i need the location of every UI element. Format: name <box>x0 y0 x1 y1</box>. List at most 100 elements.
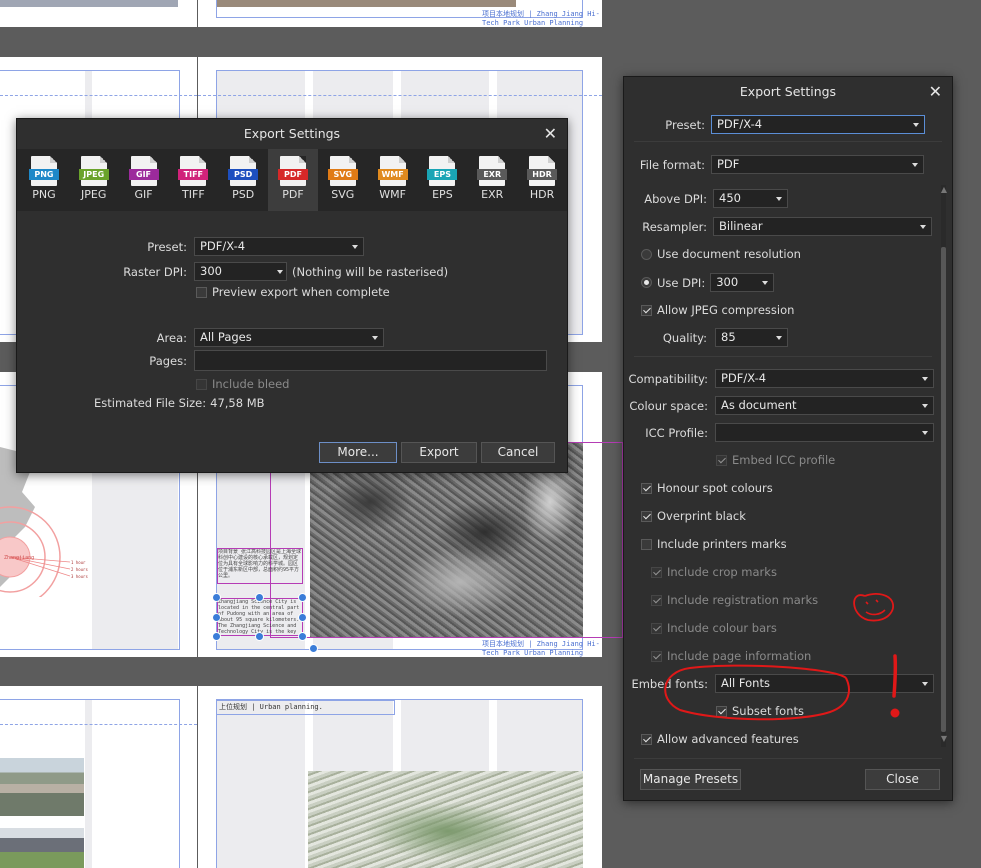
icc-profile-select[interactable] <box>715 423 934 442</box>
format-badge: JPEG <box>78 169 109 180</box>
selection-handle[interactable] <box>298 632 307 641</box>
manage-presets-button[interactable]: Manage Presets <box>640 769 741 790</box>
format-tab-gif[interactable]: GIF GIF <box>119 149 169 211</box>
scroll-up-icon[interactable]: ▲ <box>941 185 947 194</box>
page-caption: 项目本地规划 | Zhang Jiang Hi-Tech Park Urban … <box>482 640 600 657</box>
chevron-down-icon <box>372 336 378 340</box>
preset-select[interactable]: PDF/X-4 <box>194 237 364 256</box>
preset-label: Preset: <box>665 117 705 132</box>
allow-jpeg-checkbox[interactable] <box>641 304 652 316</box>
use-dpi-value: 300 <box>716 275 739 289</box>
scroll-down-icon[interactable]: ▼ <box>941 734 947 743</box>
embed-fonts-label: Embed fonts: <box>631 676 708 691</box>
overprint-black-checkbox[interactable] <box>641 510 652 522</box>
file-png-icon: PNG <box>28 156 59 186</box>
format-tab-wmf[interactable]: WMF WMF <box>368 149 418 211</box>
colour-bars-checkbox[interactable] <box>651 622 662 634</box>
resampler-select[interactable]: Bilinear <box>713 217 932 236</box>
format-badge: SVG <box>327 169 358 180</box>
format-label: EPS <box>432 188 453 201</box>
page-row4-left <box>0 686 197 868</box>
embed-fonts-select[interactable]: All Fonts <box>715 674 934 693</box>
selection-handle[interactable] <box>212 613 221 622</box>
text-block-en[interactable]: Zhangjiang Science City is located in th… <box>217 598 303 636</box>
registration-marks-label: Include registration marks <box>667 593 819 607</box>
include-bleed-label: Include bleed <box>212 377 290 391</box>
format-tab-jpeg[interactable]: JPEG JPEG <box>69 149 119 211</box>
preview-export-checkbox[interactable] <box>196 286 207 298</box>
file-tiff-icon: TIFF <box>178 156 209 186</box>
export-settings-panel: Export Settings ✕ Preset: PDF/X-4 ▲ ▼ Fi… <box>623 76 953 801</box>
selection-handle[interactable] <box>298 593 307 602</box>
file-gif-icon: GIF <box>128 156 159 186</box>
subset-fonts-checkbox[interactable] <box>716 705 727 717</box>
selection-handle[interactable] <box>255 632 264 641</box>
format-tab-png[interactable]: PNG PNG <box>19 149 69 211</box>
rotation-handle[interactable] <box>309 644 318 653</box>
scrollbar-thumb[interactable] <box>941 247 946 732</box>
pages-input[interactable] <box>194 350 547 371</box>
format-tab-eps[interactable]: EPS EPS <box>418 149 468 211</box>
selection-handle[interactable] <box>212 593 221 602</box>
file-size-label: Estimated File Size: <box>94 396 207 410</box>
close-icon[interactable]: ✕ <box>544 119 557 149</box>
selection-handle[interactable] <box>298 613 307 622</box>
area-select[interactable]: All Pages <box>194 328 384 347</box>
dialog-title-bar[interactable]: Export Settings ✕ <box>17 119 567 149</box>
page-top-right: 项目本地规划 | Zhang Jiang Hi-Tech Park Urban … <box>198 0 602 27</box>
overprint-black-label: Overprint black <box>657 509 746 523</box>
format-label: TIFF <box>182 188 205 201</box>
embed-icc-checkbox[interactable] <box>716 454 727 466</box>
quality-value: 85 <box>721 330 736 344</box>
honour-spot-checkbox[interactable] <box>641 482 652 494</box>
registration-marks-checkbox[interactable] <box>651 594 662 606</box>
embed-fonts-value: All Fonts <box>721 676 770 690</box>
city-photo <box>0 758 84 816</box>
use-dpi-combo[interactable]: 300 <box>710 273 775 292</box>
above-dpi-combo[interactable]: 450 <box>713 189 788 208</box>
text-block-cn: 项目背景 张江高科技园区是上海全球科创中心建设的核心承载区，规划定位为具有全球影… <box>217 548 303 584</box>
map-label: 1 hour <box>71 560 86 565</box>
page-information-checkbox[interactable] <box>651 650 662 662</box>
chevron-down-icon <box>922 404 928 408</box>
page-heading[interactable]: 上位规划 | Urban planning. <box>216 700 395 715</box>
use-dpi-radio[interactable] <box>641 277 652 288</box>
crop-marks-checkbox[interactable] <box>651 566 662 578</box>
format-badge: GIF <box>128 169 159 180</box>
page-row4-right: 上位规划 | Urban planning. <box>198 686 602 868</box>
format-badge: PSD <box>228 169 259 180</box>
colour-space-select[interactable]: As document <box>715 396 934 415</box>
close-icon[interactable]: ✕ <box>929 77 942 107</box>
export-button[interactable]: Export <box>401 442 477 463</box>
more-button[interactable]: More... <box>319 442 397 463</box>
colour-space-value: As document <box>721 398 797 412</box>
format-tab-tiff[interactable]: TIFF TIFF <box>168 149 218 211</box>
preset-select[interactable]: PDF/X-4 <box>711 115 925 134</box>
city-photo <box>0 828 84 868</box>
embed-icc-label: Embed ICC profile <box>732 453 836 467</box>
format-tab-psd[interactable]: PSD PSD <box>218 149 268 211</box>
panel-title-bar[interactable]: Export Settings ✕ <box>624 77 952 107</box>
cancel-button[interactable]: Cancel <box>481 442 555 463</box>
advanced-features-checkbox[interactable] <box>641 733 652 745</box>
use-document-resolution-label: Use document resolution <box>657 247 801 261</box>
raster-dpi-combo[interactable]: 300 <box>194 262 287 281</box>
format-tab-svg[interactable]: SVG SVG <box>318 149 368 211</box>
map-label: Zhangjiang <box>4 555 35 561</box>
close-button[interactable]: Close <box>865 769 940 790</box>
selection-handle[interactable] <box>255 593 264 602</box>
area-label: Area: <box>156 330 187 345</box>
format-tab-hdr[interactable]: HDR HDR <box>517 149 567 211</box>
file-format-label: File format: <box>639 157 705 172</box>
format-tab-pdf[interactable]: PDF PDF <box>268 149 318 211</box>
use-document-resolution-radio[interactable] <box>641 248 652 260</box>
page-caption: 项目本地规划 | Zhang Jiang Hi-Tech Park Urban … <box>482 10 600 27</box>
file-format-select[interactable]: PDF <box>711 155 924 174</box>
printers-marks-checkbox[interactable] <box>641 538 652 550</box>
format-tab-exr[interactable]: EXR EXR <box>467 149 517 211</box>
selection-handle[interactable] <box>212 632 221 641</box>
compatibility-select[interactable]: PDF/X-4 <box>715 369 934 388</box>
include-bleed-checkbox[interactable] <box>196 378 207 390</box>
quality-combo[interactable]: 85 <box>715 328 788 347</box>
format-tabs: PNG PNG JPEG JPEG GIF GIF TIFF TIFF PSD PSD PDF PDF… <box>17 149 567 211</box>
